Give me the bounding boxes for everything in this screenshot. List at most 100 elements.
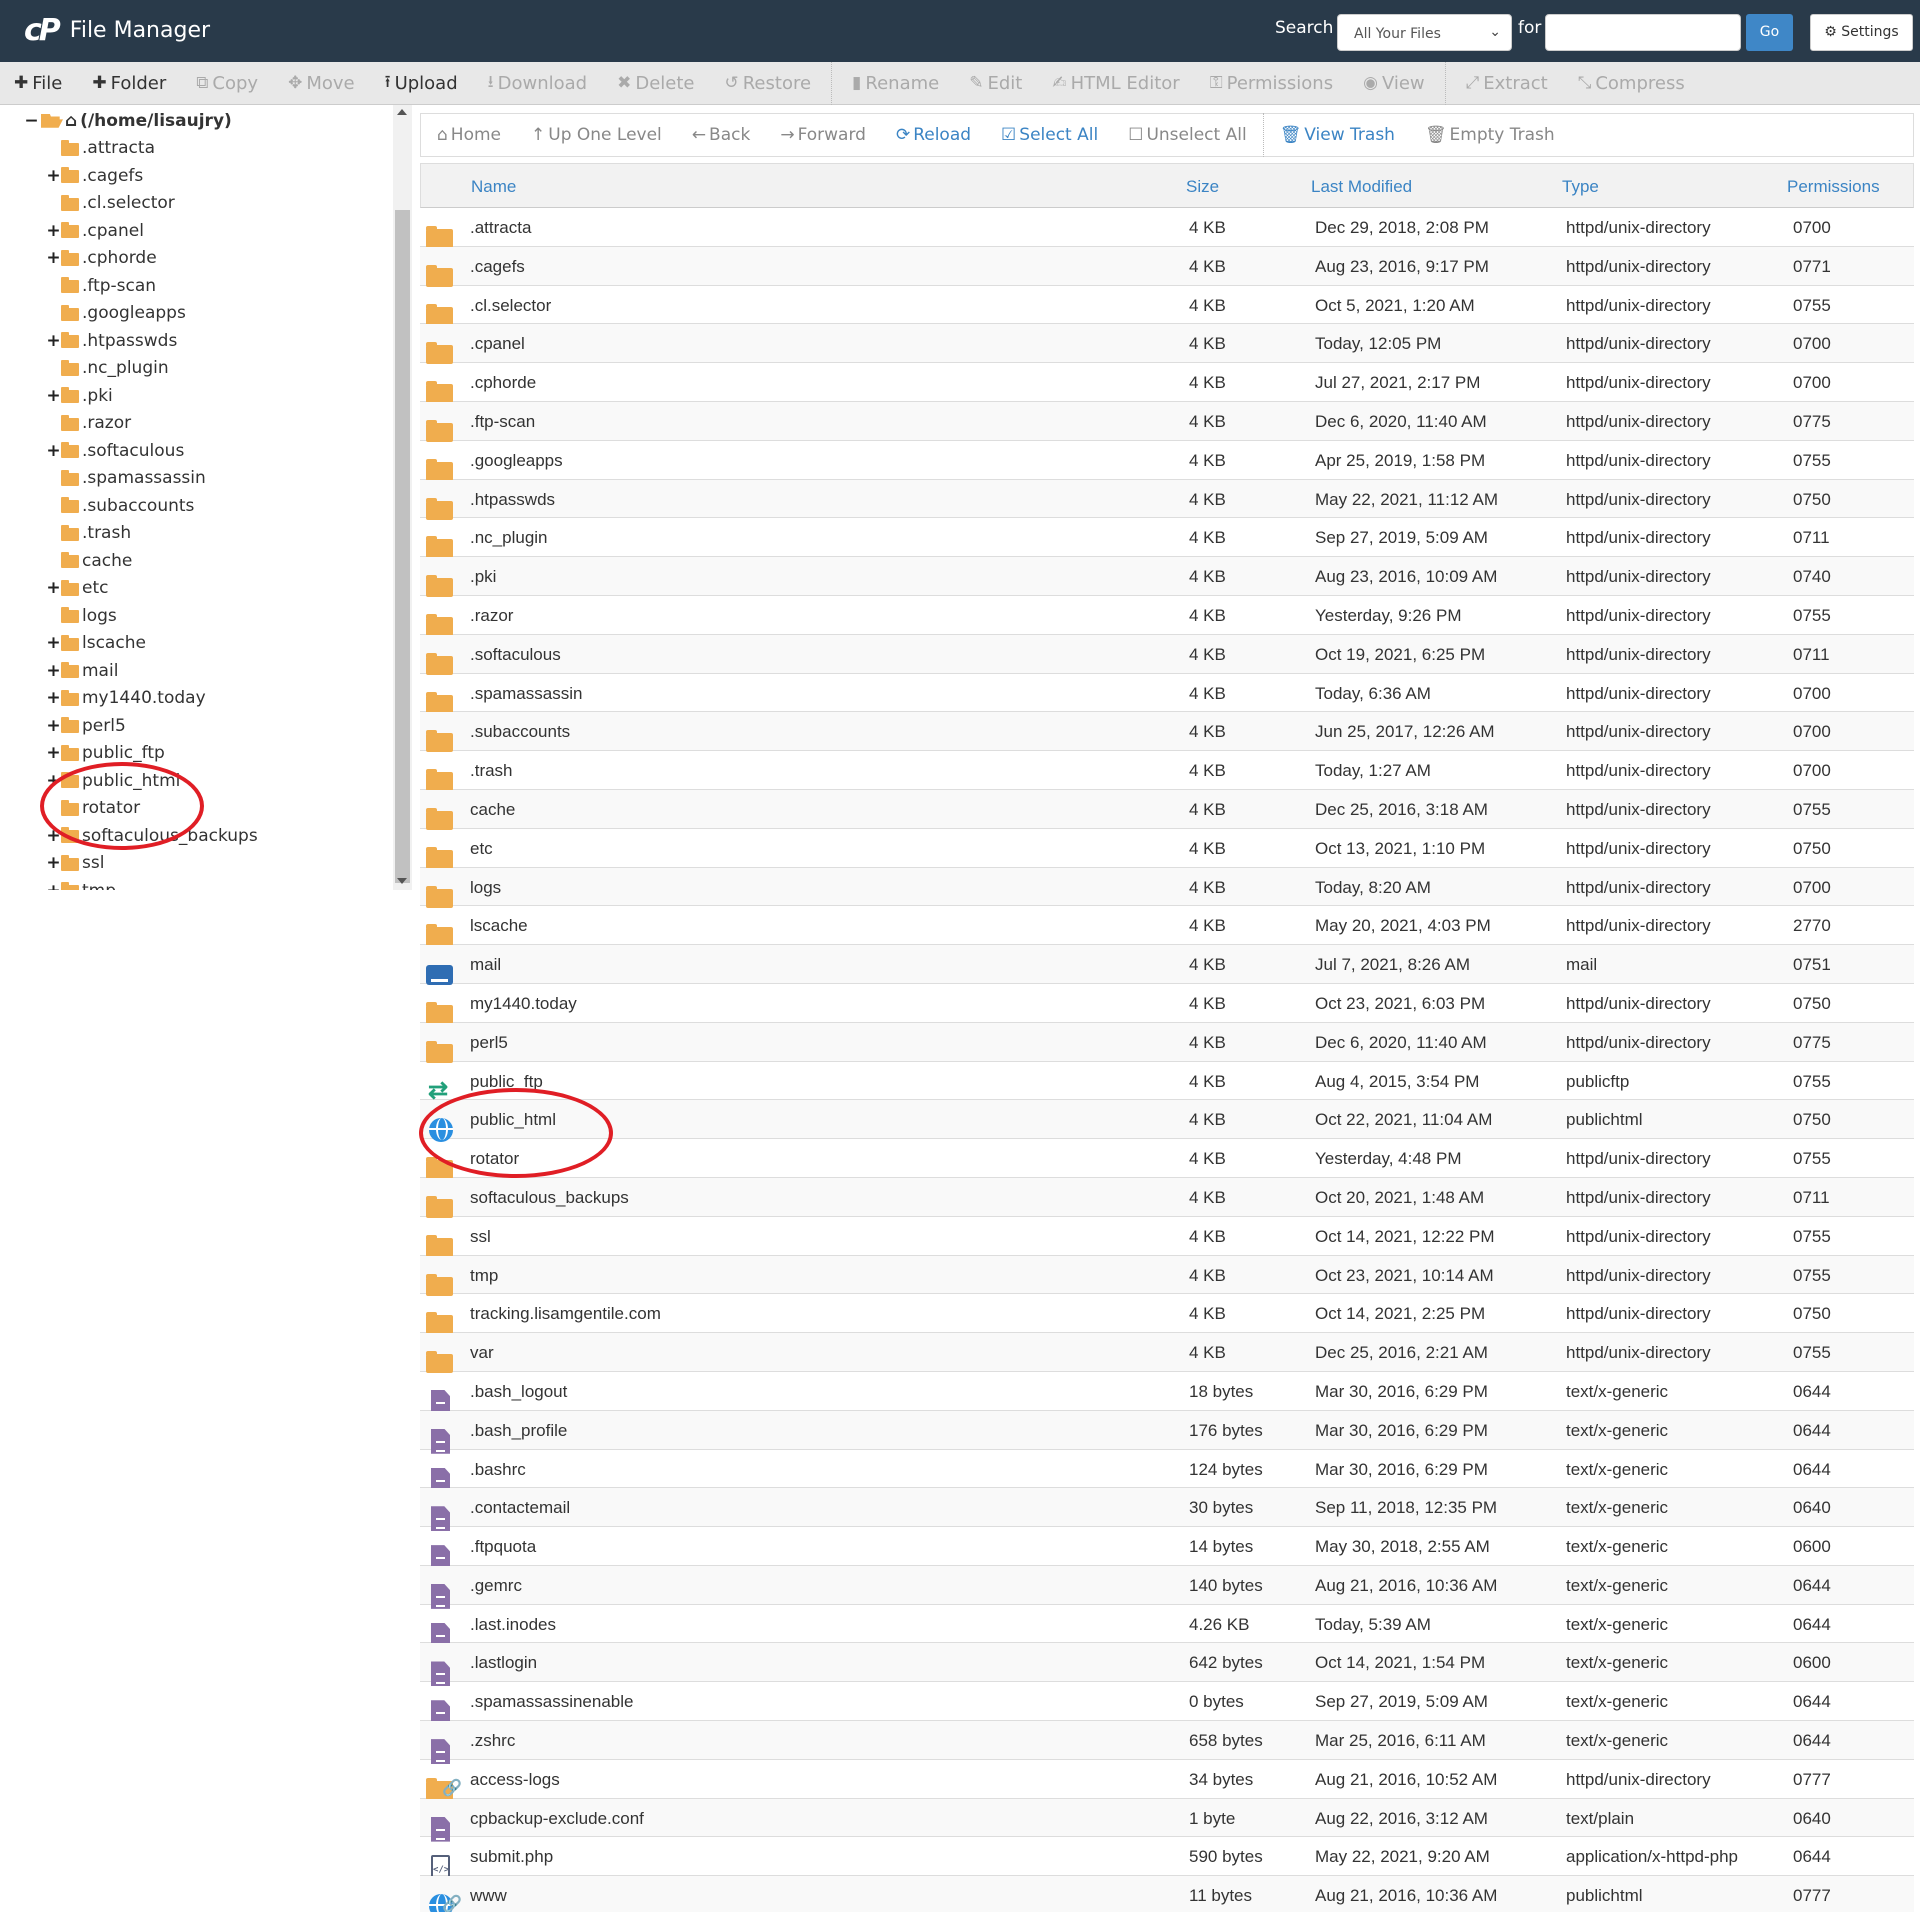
file-name[interactable]: perl5 [470, 1033, 508, 1053]
expand-icon[interactable]: + [46, 386, 61, 406]
file-name[interactable]: .cpanel [470, 334, 525, 354]
go-button[interactable]: Go [1746, 14, 1793, 51]
table-row[interactable]: .subaccounts 4 KB Jun 25, 2017, 12:26 AM ht… [420, 712, 1914, 753]
file-name[interactable]: tracking.lisamgentile.com [470, 1304, 661, 1324]
file-name[interactable]: cache [470, 800, 515, 820]
toolbar-delete-button[interactable]: ✖ Delete [617, 73, 694, 94]
tree-scrollbar[interactable] [393, 105, 412, 890]
file-name[interactable]: .cphorde [470, 373, 536, 393]
table-row[interactable]: public_html 4 KB Oct 22, 2021, 11:04 AM pub… [420, 1100, 1914, 1143]
file-name[interactable]: public_html [470, 1110, 556, 1130]
toolbar-file-button[interactable]: ✚ File [14, 73, 62, 94]
table-row[interactable]: rotator 4 KB Yesterday, 4:48 PM httpd/unix-… [420, 1139, 1914, 1180]
expand-icon[interactable]: + [46, 771, 61, 791]
table-row[interactable]: ⇄ public_ftp 4 KB Aug 4, 2015, 3:54 PM publi… [420, 1062, 1914, 1102]
tree-item[interactable]: .razor [0, 410, 390, 438]
tree-item[interactable]: + softaculous_backups [0, 822, 390, 850]
collapse-icon[interactable]: − [24, 111, 39, 131]
expand-icon[interactable]: + [46, 166, 61, 186]
tree-item[interactable]: + mail [0, 657, 390, 685]
file-name[interactable]: .ftpquota [470, 1537, 536, 1557]
expand-icon[interactable]: + [46, 578, 61, 598]
scroll-down-icon[interactable] [397, 878, 407, 884]
tree-item[interactable]: .subaccounts [0, 492, 390, 520]
expand-icon[interactable]: + [46, 853, 61, 873]
tree-item[interactable]: .trash [0, 520, 390, 548]
nav-view-trash-button[interactable]: 🗑 View Trash [1280, 125, 1395, 145]
tree-item[interactable]: rotator [0, 795, 390, 823]
table-row[interactable]: .last.inodes 4.26 KB Today, 5:39 AM text/x-… [420, 1605, 1914, 1648]
table-row[interactable]: .spamassassin 4 KB Today, 6:36 AM httpd/uni… [420, 674, 1914, 714]
tree-item[interactable]: .googleapps [0, 300, 390, 328]
nav-up-one-level-button[interactable]: ↑ Up One Level [531, 125, 662, 145]
toolbar-restore-button[interactable]: ↺ Restore [724, 73, 811, 94]
tree-item[interactable]: .spamassassin [0, 465, 390, 493]
nav-forward-button[interactable]: → Forward [780, 125, 866, 145]
tree-item[interactable]: + .cagefs [0, 162, 390, 190]
expand-icon[interactable]: + [46, 221, 61, 241]
file-name[interactable]: access-logs [470, 1770, 560, 1790]
table-row[interactable]: tracking.lisamgentile.com 4 KB Oct 14, 202… [420, 1294, 1914, 1335]
tree-item[interactable]: logs [0, 602, 390, 630]
expand-icon[interactable]: + [46, 688, 61, 708]
column-header-size[interactable]: Size [1186, 177, 1219, 197]
column-header-permissions[interactable]: Permissions [1787, 177, 1880, 197]
table-row[interactable]: ssl 4 KB Oct 14, 2021, 12:22 PM httpd/unix-… [420, 1217, 1914, 1257]
nav-home-button[interactable]: ⌂ Home [437, 125, 501, 145]
table-row[interactable]: .spamassassinenable 0 bytes Sep 27, 2019, … [420, 1682, 1914, 1726]
toolbar-upload-button[interactable]: ⭱ Upload [385, 69, 458, 98]
scrollbar-thumb[interactable] [395, 210, 410, 883]
toolbar-folder-button[interactable]: ✚ Folder [92, 73, 166, 94]
table-row[interactable]: var 4 KB Dec 25, 2016, 2:21 AM httpd/unix-d… [420, 1333, 1914, 1374]
table-row[interactable]: mail 4 KB Jul 7, 2021, 8:26 AM mail 0751 [420, 945, 1914, 986]
table-row[interactable]: cpbackup-exclude.conf 1 byte Aug 22, 2016,… [420, 1798, 1914, 1842]
file-name[interactable]: .cagefs [470, 257, 525, 277]
file-name[interactable]: logs [470, 878, 501, 898]
file-name[interactable]: .last.inodes [470, 1615, 556, 1635]
nav-reload-button[interactable]: ⟳ Reload [896, 125, 971, 145]
file-name[interactable]: .lastlogin [470, 1653, 537, 1673]
table-row[interactable]: .ftpquota 14 bytes May 30, 2018, 2:55 AM te… [420, 1527, 1914, 1571]
table-row[interactable]: .gemrc 140 bytes Aug 21, 2016, 10:36 AM tex… [420, 1565, 1914, 1609]
toolbar-html-editor-button[interactable]: ✍ HTML Editor [1052, 73, 1179, 94]
table-row[interactable]: .cl.selector 4 KB Oct 5, 2021, 1:20 AM http… [420, 286, 1914, 326]
search-input[interactable] [1545, 14, 1741, 51]
toolbar-extract-button[interactable]: ⤢ Extract [1466, 73, 1548, 94]
table-row[interactable]: .cpanel 4 KB Today, 12:05 PM httpd/unix-dir… [420, 324, 1914, 365]
file-name[interactable]: .bash_profile [470, 1421, 567, 1441]
table-row[interactable]: .zshrc 658 bytes Mar 25, 2016, 6:11 AM text… [420, 1721, 1914, 1765]
tree-item[interactable]: + etc [0, 575, 390, 603]
table-row[interactable]: lscache 4 KB May 20, 2021, 4:03 PM httpd/un… [420, 906, 1914, 947]
file-name[interactable]: .pki [470, 567, 496, 587]
file-name[interactable]: tmp [470, 1266, 498, 1286]
table-row[interactable]: .pki 4 KB Aug 23, 2016, 10:09 AM httpd/unix… [420, 557, 1914, 598]
toolbar-download-button[interactable]: ⭳ Download [488, 69, 587, 98]
table-row[interactable]: .ftp-scan 4 KB Dec 6, 2020, 11:40 AM httpd/… [420, 401, 1914, 442]
expand-icon[interactable]: + [46, 743, 61, 763]
table-row[interactable]: .nc_plugin 4 KB Sep 27, 2019, 5:09 AM httpd… [420, 518, 1914, 559]
table-row[interactable]: .attracta 4 KB Dec 29, 2018, 2:08 PM httpd/… [420, 208, 1914, 248]
table-row[interactable]: .cphorde 4 KB Jul 27, 2021, 2:17 PM httpd/u… [420, 363, 1914, 404]
tree-item[interactable]: + ssl [0, 850, 390, 878]
expand-icon[interactable]: + [46, 881, 61, 890]
file-name[interactable]: .razor [470, 606, 513, 626]
expand-icon[interactable]: + [46, 826, 61, 846]
file-name[interactable]: public_ftp [470, 1072, 543, 1092]
tree-item[interactable]: + public_ftp [0, 740, 390, 768]
tree-item[interactable]: + .cpanel [0, 217, 390, 245]
table-row[interactable]: .razor 4 KB Yesterday, 9:26 PM httpd/unix-d… [420, 596, 1914, 636]
file-name[interactable]: submit.php [470, 1847, 553, 1867]
table-row[interactable]: .cagefs 4 KB Aug 23, 2016, 9:17 PM httpd/un… [420, 246, 1914, 287]
expand-icon[interactable]: + [46, 331, 61, 351]
tree-item[interactable]: .ftp-scan [0, 272, 390, 300]
table-row[interactable]: .lastlogin 642 bytes Oct 14, 2021, 1:54 PM… [420, 1643, 1914, 1687]
table-row[interactable]: .trash 4 KB Today, 1:27 AM httpd/unix-direc… [420, 751, 1914, 792]
table-row[interactable]: 🔗 access-logs 34 bytes Aug 21, 2016, 10:52 … [420, 1760, 1914, 1800]
file-name[interactable]: .gemrc [470, 1576, 522, 1596]
toolbar-move-button[interactable]: ✥ Move [288, 73, 355, 94]
nav-back-button[interactable]: ← Back [692, 125, 751, 145]
table-row[interactable]: softaculous_backups 4 KB Oct 20, 2021, 1:4… [420, 1177, 1914, 1218]
tree-root[interactable]: − ⌂ (/home/lisaujry) [0, 107, 390, 135]
file-name[interactable]: .attracta [470, 218, 531, 238]
tree-item[interactable]: .attracta [0, 135, 390, 163]
